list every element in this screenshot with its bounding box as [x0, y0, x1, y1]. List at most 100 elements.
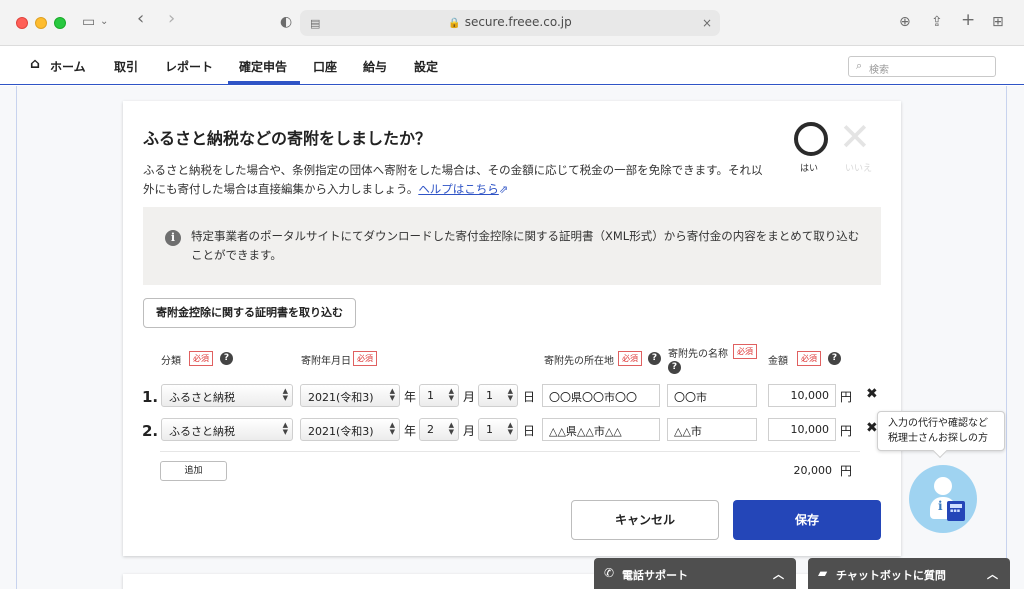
header-date: 寄附年月日 — [301, 356, 351, 367]
lock-icon: 🔒 — [448, 18, 461, 29]
cancel-button[interactable]: キャンセル — [571, 500, 719, 540]
search-input[interactable]: 検索 — [848, 56, 996, 77]
nav-accounts[interactable]: 口座 — [313, 58, 337, 75]
amount-field[interactable]: 10,000 — [768, 418, 836, 441]
info-icon: i — [165, 230, 181, 246]
back-icon[interactable]: ‹ — [137, 9, 144, 29]
day-unit: 日 — [523, 390, 536, 404]
name-field[interactable]: 〇〇市 — [667, 384, 757, 407]
category-value: ふるさと納税 — [169, 391, 235, 404]
row-number: 1. — [142, 388, 159, 406]
app-navigation: ⌂ ホーム 取引 レポート 確定申告 口座 給与 設定 検索 ⌕ — [0, 46, 1024, 85]
year-select[interactable]: 2021(令和3) ▲ ▼ — [300, 418, 400, 441]
nav-reports[interactable]: レポート — [165, 58, 213, 75]
required-badge: 必須 — [189, 351, 213, 366]
help-icon[interactable]: ? — [828, 352, 841, 365]
month-unit: 月 — [463, 390, 476, 404]
category-value: ふるさと納税 — [169, 425, 235, 438]
category-select[interactable]: ふるさと納税 ▲ ▼ — [161, 384, 293, 407]
chatbot-label: チャットボットに質問 — [836, 569, 946, 582]
address-bar[interactable]: ▤ 🔒 secure.freee.co.jp × — [300, 10, 720, 36]
month-unit: 月 — [463, 424, 476, 438]
day-value: 1 — [486, 423, 493, 436]
question-title: ふるさと納税などの寄附をしましたか？ — [143, 129, 432, 148]
minimize-window-button[interactable] — [35, 17, 47, 29]
tax-advisor-avatar-icon[interactable]: i — [909, 465, 977, 533]
chevron-up-icon[interactable]: ︿ — [773, 566, 784, 582]
location-field[interactable]: △△県△△市△△ — [542, 418, 660, 441]
nav-tax-return[interactable]: 確定申告 — [239, 58, 287, 75]
name-field[interactable]: △△市 — [667, 418, 757, 441]
divider — [16, 86, 17, 589]
privacy-shield-icon[interactable]: ◐ — [280, 12, 292, 32]
new-tab-icon[interactable]: + — [961, 10, 975, 30]
help-icon[interactable]: ? — [220, 352, 233, 365]
header-location: 寄附先の所在地 — [544, 356, 614, 367]
search-icon: ⌕ — [856, 59, 863, 72]
forward-icon[interactable]: › — [168, 9, 175, 29]
select-arrows-icon: ▲ ▼ — [507, 421, 513, 436]
chevron-up-icon[interactable]: ︿ — [987, 566, 998, 582]
required-badge: 必須 — [733, 344, 757, 359]
help-icon[interactable]: ? — [668, 361, 681, 374]
nav-settings[interactable]: 設定 — [414, 58, 438, 75]
month-value: 1 — [427, 389, 434, 402]
phone-support-bar[interactable]: ✆ 電話サポート ︿ — [594, 558, 796, 589]
yes-label: はい — [800, 164, 819, 174]
yen-unit: 円 — [840, 390, 853, 404]
month-select[interactable]: 1 ▲ ▼ — [419, 384, 459, 407]
year-unit: 年 — [404, 424, 417, 438]
day-unit: 日 — [523, 424, 536, 438]
sidebar-toggle-icon[interactable]: ▭ — [82, 12, 95, 32]
year-value: 2021(令和3) — [308, 425, 374, 438]
question-description: ふるさと納税をした場合や、条例指定の団体へ寄附をした場合は、その金額に応じて税金… — [143, 161, 773, 199]
divider — [1006, 86, 1007, 589]
row-number: 2. — [142, 422, 159, 440]
delete-row-icon[interactable]: ✖ — [866, 420, 878, 436]
help-link[interactable]: ヘルプはこちら — [418, 182, 499, 196]
required-badge: 必須 — [797, 351, 821, 366]
save-button[interactable]: 保存 — [733, 500, 881, 540]
phone-icon: ✆ — [604, 566, 615, 580]
chevron-down-icon[interactable]: ⌄ — [100, 12, 108, 32]
info-letter-icon: i — [938, 499, 943, 513]
import-certificate-button[interactable]: 寄附金控除に関する証明書を取り込む — [143, 298, 356, 328]
yes-circle-icon[interactable] — [794, 122, 828, 156]
day-select[interactable]: 1 ▲ ▼ — [478, 418, 518, 441]
browser-toolbar: ▭ ⌄ ‹ › ◐ ▤ 🔒 secure.freee.co.jp × ⊕ ⇪ + … — [0, 0, 1024, 46]
chatbot-bar[interactable]: ▰ チャットボットに質問 ︿ — [808, 558, 1010, 589]
month-select[interactable]: 2 ▲ ▼ — [419, 418, 459, 441]
assistant-line-2: 税理士さんお探しの方 — [888, 433, 988, 444]
total-amount: 20,000 — [793, 464, 833, 477]
select-arrows-icon: ▲ ▼ — [389, 387, 395, 402]
home-icon[interactable]: ⌂ — [30, 56, 40, 72]
category-select[interactable]: ふるさと納税 ▲ ▼ — [161, 418, 293, 441]
url-text: secure.freee.co.jp — [464, 15, 572, 29]
zoom-window-button[interactable] — [54, 17, 66, 29]
clear-url-icon[interactable]: × — [702, 13, 712, 33]
year-select[interactable]: 2021(令和3) ▲ ▼ — [300, 384, 400, 407]
yen-unit: 円 — [840, 464, 853, 478]
header-amount: 金額 — [768, 356, 788, 367]
download-icon[interactable]: ⊕ — [899, 12, 911, 32]
share-icon[interactable]: ⇪ — [931, 12, 943, 32]
add-row-button[interactable]: 追加 — [160, 461, 227, 481]
delete-row-icon[interactable]: ✖ — [866, 386, 878, 402]
donation-card: ふるさと納税などの寄附をしましたか？ ふるさと納税をした場合や、条例指定の団体へ… — [123, 101, 901, 556]
day-select[interactable]: 1 ▲ ▼ — [478, 384, 518, 407]
tab-overview-icon[interactable]: ⊞ — [992, 12, 1004, 32]
close-window-button[interactable] — [16, 17, 28, 29]
nav-payroll[interactable]: 給与 — [363, 58, 387, 75]
nav-home[interactable]: ホーム — [50, 58, 86, 75]
no-cross-icon[interactable]: ✕ — [839, 115, 871, 159]
info-box: i 特定事業者のポータルサイトにてダウンロードした寄付金控除に関する証明書（XM… — [143, 207, 881, 285]
amount-field[interactable]: 10,000 — [768, 384, 836, 407]
help-icon[interactable]: ? — [648, 352, 661, 365]
location-field[interactable]: 〇〇県〇〇市〇〇 — [542, 384, 660, 407]
assistant-line-1: 入力の代行や確認など — [888, 418, 988, 429]
info-text: 特定事業者のポータルサイトにてダウンロードした寄付金控除に関する証明書（XML形… — [191, 229, 860, 262]
phone-support-label: 電話サポート — [622, 569, 688, 582]
nav-transactions[interactable]: 取引 — [114, 58, 138, 75]
yen-unit: 円 — [840, 424, 853, 438]
chat-icon: ▰ — [818, 566, 828, 580]
